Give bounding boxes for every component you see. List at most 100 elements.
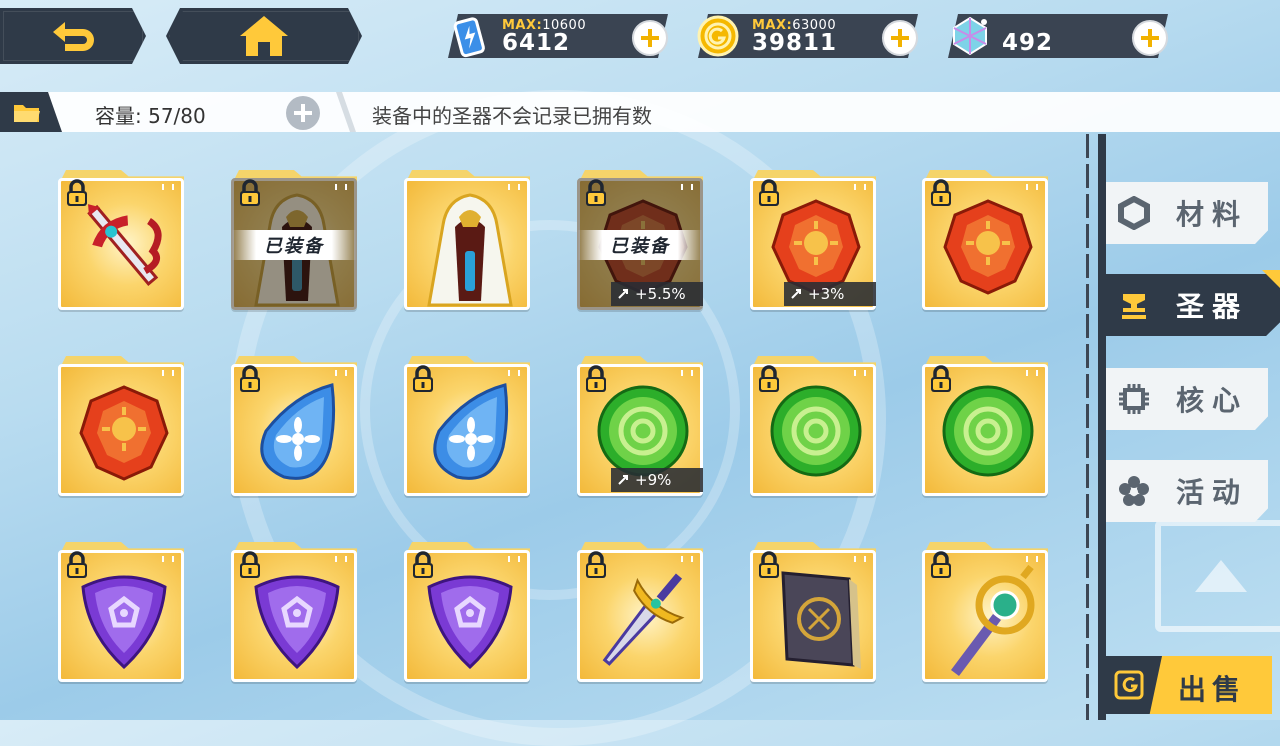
relic-card[interactable] [231, 356, 357, 496]
folder-icon [14, 105, 40, 122]
equipped-label: 已装备 [264, 236, 324, 257]
plus-icon [891, 29, 909, 47]
home-button[interactable] [166, 8, 362, 64]
stat-bonus: +3% [784, 282, 876, 306]
stat-bonus-value: +9% [635, 471, 672, 489]
lock-icon [62, 178, 92, 208]
lock-icon [235, 178, 265, 208]
rank-pips [854, 370, 866, 376]
lock-icon [408, 364, 438, 394]
relic-card[interactable] [404, 170, 530, 310]
add-gold-button[interactable] [882, 20, 918, 56]
sidebar-rail [1098, 134, 1106, 720]
rank-pips [681, 556, 693, 562]
gem-value: 492 [1002, 30, 1054, 56]
sidebar-decoration [1155, 520, 1280, 632]
rank-pips [335, 184, 347, 190]
crystal-icon [953, 16, 987, 56]
tab-events[interactable]: 活动 [1106, 460, 1268, 522]
relic-card[interactable] [231, 542, 357, 682]
top-bar: MAX:10600 6412 MAX:63000 39811 492 [0, 0, 1280, 80]
stat-bonus-value: +5.5% [635, 285, 686, 303]
hexagon-ring-icon [1118, 196, 1150, 230]
plus-icon [1141, 29, 1159, 47]
expand-capacity-button[interactable] [286, 96, 320, 130]
tab-label: 活动 [1176, 476, 1249, 509]
lock-icon [581, 178, 611, 208]
relic-card[interactable] [922, 170, 1048, 310]
relic-card[interactable] [750, 356, 876, 496]
rank-pips [508, 370, 520, 376]
tab-label: 材料 [1176, 198, 1249, 231]
equipped-badge: 已装备 [577, 230, 703, 260]
stat-bonus-value: +3% [808, 285, 845, 303]
lock-icon [754, 550, 784, 580]
flower-icon [1119, 476, 1149, 506]
lock-icon [754, 364, 784, 394]
tab-label: 核心 [1176, 384, 1249, 417]
rank-pips [335, 556, 347, 562]
rank-pips [854, 184, 866, 190]
rank-pips [335, 370, 347, 376]
relic-robe-image [404, 178, 530, 310]
relic-card[interactable] [58, 356, 184, 496]
rank-pips [1026, 184, 1038, 190]
rank-pips [508, 556, 520, 562]
lock-icon [754, 178, 784, 208]
plus-icon [294, 104, 312, 122]
sell-label: 出售 [1178, 673, 1247, 706]
relic-card[interactable] [922, 356, 1048, 496]
tab-label: 圣器 [1176, 290, 1249, 323]
equipped-badge: 已装备 [231, 230, 357, 260]
tab-relics[interactable]: 圣器 [1106, 274, 1280, 336]
gold-coin-icon [1114, 670, 1144, 700]
scroll-track [1086, 134, 1089, 720]
relic-card[interactable]: 已装备 +5.5% [577, 170, 703, 310]
tab-core[interactable]: 核心 [1106, 368, 1268, 430]
relic-gem-red-image [58, 364, 184, 496]
rank-pips [162, 370, 174, 376]
rank-pips [681, 370, 693, 376]
lock-icon [235, 550, 265, 580]
rank-pips [1026, 556, 1038, 562]
stat-bonus: +9% [611, 468, 703, 492]
relic-card[interactable] [58, 542, 184, 682]
tab-materials[interactable]: 材料 [1106, 182, 1268, 244]
plus-icon [641, 29, 659, 47]
lock-icon [581, 364, 611, 394]
stat-bonus: +5.5% [611, 282, 703, 306]
lock-icon [926, 178, 956, 208]
lock-icon [926, 550, 956, 580]
lock-icon [926, 364, 956, 394]
relic-icon [1122, 294, 1146, 319]
rank-pips [162, 184, 174, 190]
chip-icon [1119, 384, 1149, 414]
relic-card[interactable]: 已装备 [231, 170, 357, 310]
relic-card[interactable] [58, 170, 184, 310]
sell-button[interactable]: 出售 [1106, 656, 1272, 714]
gold-value: 39811 [752, 30, 838, 56]
relic-card[interactable] [750, 542, 876, 682]
relic-card[interactable] [922, 542, 1048, 682]
relic-card[interactable]: +9% [577, 356, 703, 496]
rank-pips [1026, 370, 1038, 376]
add-gems-button[interactable] [1132, 20, 1168, 56]
add-stamina-button[interactable] [632, 20, 668, 56]
lock-icon [581, 550, 611, 580]
rank-pips [854, 556, 866, 562]
capacity-label: 容量: 57/80 [95, 104, 206, 128]
equipped-notice: 装备中的圣器不会记录已拥有数 [372, 104, 652, 128]
rank-pips [681, 184, 693, 190]
back-button[interactable] [0, 8, 146, 64]
relic-card[interactable] [404, 356, 530, 496]
home-icon [240, 16, 288, 56]
relic-card[interactable]: +3% [750, 170, 876, 310]
battery-icon [453, 17, 485, 58]
back-arrow-icon [53, 22, 94, 51]
equipped-label: 已装备 [610, 236, 670, 257]
stamina-value: 6412 [502, 30, 571, 56]
rank-pips [508, 184, 520, 190]
relic-card[interactable] [404, 542, 530, 682]
relic-card[interactable] [577, 542, 703, 682]
lock-icon [62, 550, 92, 580]
